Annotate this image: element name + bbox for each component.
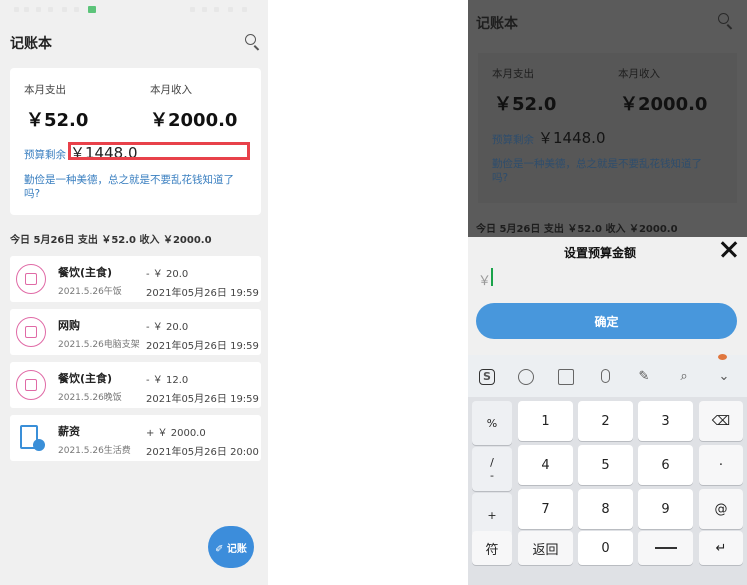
handwriting-icon[interactable]: ✎ [636,369,652,385]
dining-icon [16,264,46,294]
confirm-button[interactable]: 确定 [476,303,737,339]
key-6[interactable]: 6 [638,445,693,485]
back-key[interactable]: 返回 [518,531,573,565]
enter-key[interactable]: ↵ [699,531,743,565]
status-bar [0,0,268,20]
summary-card: 本月支出 本月收入 ￥52.0 ￥2000.0 预算剩余 ￥1448.0 勤俭是… [10,68,261,215]
motto-text: 勤俭是一种美德，总之就是不要乱花钱知道了吗? [24,174,234,200]
transaction-note: 2021.5.26午饭 [58,287,122,297]
budget-label[interactable]: 预算剩余 [24,147,66,162]
notification-dot-icon [718,354,727,360]
income-value: ￥2000.0 [620,94,708,115]
budget-value: ￥1448.0 [538,129,606,147]
transaction-time: 2021年05月26日 19:59 [146,341,259,352]
dialog-title: 设置预算金额 [564,246,637,260]
transaction-category: 餐饮(主食) [58,266,113,279]
budget-dialog-screen: 记账本 本月支出 本月收入 ￥52.0 ￥2000.0 预算剩余 ￥1448.0… [468,0,747,585]
income-label: 本月收入 [618,68,660,80]
key-7[interactable]: 7 [518,489,573,529]
transaction-time: 2021年05月26日 20:00 [146,447,259,458]
transaction-row[interactable]: 餐饮(主食) 2021.5.26午饭 - ￥ 20.0 2021年05月26日 … [10,256,261,302]
transaction-category: 网购 [58,319,80,332]
key-4[interactable]: 4 [518,445,573,485]
key-9[interactable]: 9 [638,489,693,529]
transaction-row[interactable]: 薪资 2021.5.26生活费 + ￥ 2000.0 2021年05月26日 2… [10,415,261,461]
main-screen: 记账本 本月支出 本月收入 ￥52.0 ￥2000.0 预算剩余 ￥1448.0… [0,0,268,585]
expense-value: ￥52.0 [494,94,557,115]
transaction-time: 2021年05月26日 19:59 [146,394,259,405]
transaction-category: 薪资 [58,425,80,438]
emoji-icon[interactable] [518,369,534,385]
status-icon [48,7,53,12]
budget-input[interactable] [491,268,493,286]
symbol-key-percent[interactable]: % [472,401,512,445]
expense-value: ￥52.0 [26,110,89,131]
expense-label: 本月支出 [24,84,66,96]
transaction-note: 2021.5.26晚饭 [58,393,122,403]
status-icon [228,7,233,12]
add-record-button[interactable]: ✐ 记账 [208,526,254,568]
transaction-time: 2021年05月26日 19:59 [146,288,259,299]
transaction-category: 餐饮(主食) [58,372,113,385]
key-1[interactable]: 1 [518,401,573,441]
transaction-amount: - ￥ 12.0 [146,375,189,386]
symbol-key-slash-minus[interactable]: / - [472,447,512,491]
transaction-amount: - ￥ 20.0 [146,269,189,280]
space-bar-icon [654,547,677,549]
income-value: ￥2000.0 [150,110,238,131]
delivery-truck-icon [16,317,46,347]
status-icon [14,7,19,12]
space-key[interactable] [638,531,693,565]
transaction-row[interactable]: 网购 2021.5.26电脑支架 - ￥ 20.0 2021年05月26日 19… [10,309,261,355]
key-5[interactable]: 5 [578,445,633,485]
notification-icon [88,6,96,13]
today-summary: 今日 5月26日 支出 ￥52.0 收入 ￥2000.0 [476,224,678,235]
search-icon[interactable] [244,33,262,51]
expense-label: 本月支出 [492,68,534,80]
summary-card: 本月支出 本月收入 ￥52.0 ￥2000.0 预算剩余 ￥1448.0 勤俭是… [478,53,737,203]
transaction-amount: - ￥ 20.0 [146,322,189,333]
search-icon[interactable]: ⌕ [676,369,692,385]
mic-icon[interactable] [601,369,610,383]
currency-prefix: ￥ [478,274,492,289]
battery-icon [242,7,247,12]
backspace-key[interactable]: ⌫ [699,401,743,441]
at-key[interactable]: @ [699,489,743,529]
app-title: 记账本 [476,16,518,32]
close-icon[interactable] [719,239,739,259]
dimmed-background[interactable]: 记账本 本月支出 本月收入 ￥52.0 ￥2000.0 预算剩余 ￥1448.0… [468,0,747,237]
key-2[interactable]: 2 [578,401,633,441]
key-0[interactable]: 0 [578,531,633,565]
search-icon [717,12,735,30]
keyboard-icon[interactable] [558,369,574,385]
collapse-icon[interactable]: ⌄ [716,369,732,385]
status-icon [24,7,29,12]
today-summary: 今日 5月26日 支出 ￥52.0 收入 ￥2000.0 [10,235,212,246]
motto-text: 勤俭是一种美德，总之就是不要乱花钱知道了吗? [492,158,702,184]
status-icon [214,7,219,12]
keyboard-toolbar: S ✎ ⌕ ⌄ [468,355,747,397]
budget-label: 预算剩余 [492,134,534,146]
transaction-note: 2021.5.26电脑支架 [58,340,140,350]
sogou-s-icon[interactable]: S [479,369,495,385]
highlight-box [68,142,250,160]
numeric-keyboard: % / - + 1 2 3 4 5 6 7 8 9 ⌫ · @ 符 返回 0 ↵ [468,397,747,585]
dot-key[interactable]: · [699,445,743,485]
transaction-amount: + ￥ 2000.0 [146,428,206,439]
dining-icon [16,370,46,400]
status-icon [62,7,67,12]
status-icon [190,7,195,12]
status-icon [202,7,207,12]
app-title: 记账本 [10,36,52,52]
key-8[interactable]: 8 [578,489,633,529]
symbols-key[interactable]: 符 [472,531,512,565]
key-3[interactable]: 3 [638,401,693,441]
status-icon [36,7,41,12]
salary-icon [16,423,46,453]
transaction-note: 2021.5.26生活费 [58,446,131,456]
status-icon [74,7,79,12]
transaction-row[interactable]: 餐饮(主食) 2021.5.26晚饭 - ￥ 12.0 2021年05月26日 … [10,362,261,408]
income-label: 本月收入 [150,84,192,96]
